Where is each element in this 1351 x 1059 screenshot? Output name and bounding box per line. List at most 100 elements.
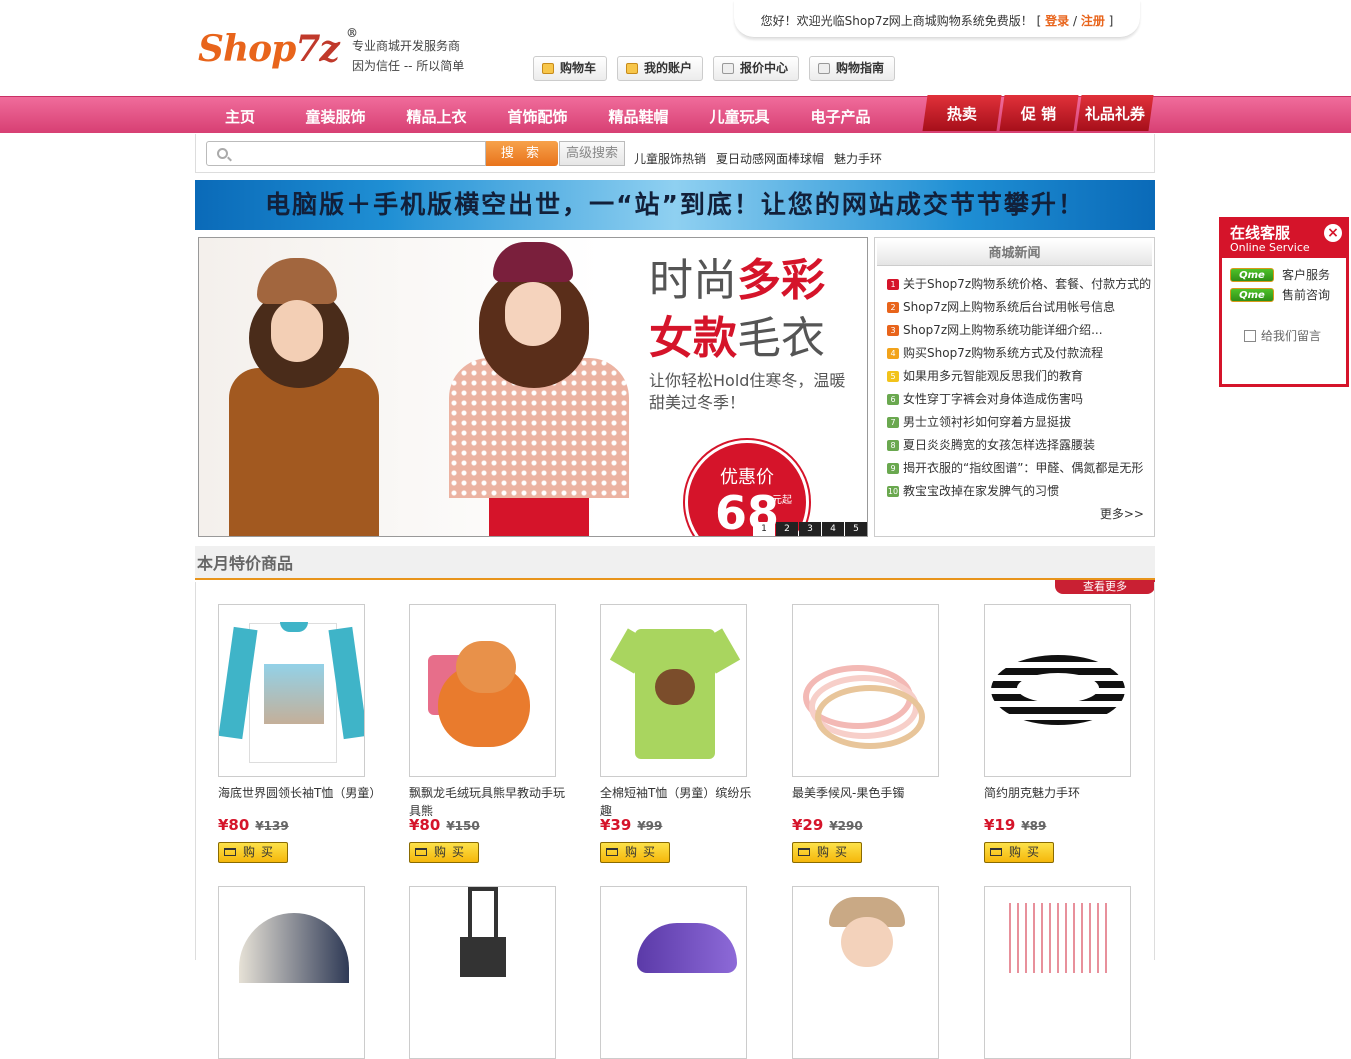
promo-banner[interactable]: 电脑版＋手机版横空出世，一“站”到底！让您的网站成交节节攀升！ <box>195 180 1155 230</box>
slide-title-line2: 女款毛衣 <box>649 302 825 366</box>
news-item[interactable]: 9 揭开衣服的“指纹图谱”：甲醛、偶氮都是无形 <box>887 457 1153 480</box>
top-buttons: 购物车 我的账户 报价中心 购物指南 <box>533 56 896 81</box>
product-image[interactable] <box>409 604 556 777</box>
image-slider[interactable]: 时尚多彩 女款毛衣 让你轻松Hold住寒冬，温暖甜美过冬季！ 优惠价 68 元起… <box>198 237 868 537</box>
search-input[interactable] <box>206 141 486 166</box>
news-item[interactable]: 6 女性穿丁字裤会对身体造成伤害吗 <box>887 388 1153 411</box>
document-icon <box>722 63 735 74</box>
product-image[interactable] <box>600 886 747 1059</box>
cart-icon <box>415 848 427 856</box>
product-image[interactable] <box>600 604 747 777</box>
slider-dot[interactable]: 3 <box>799 522 821 536</box>
product-image[interactable] <box>218 886 365 1059</box>
account-button[interactable]: 我的账户 <box>617 56 704 81</box>
search-button[interactable]: 搜 索 <box>486 141 558 166</box>
slider-dot[interactable]: 2 <box>776 522 798 536</box>
nav-item-electronics[interactable]: 电子产品 <box>790 97 891 137</box>
product-price: ¥80 ¥139 <box>218 816 289 834</box>
product-image[interactable] <box>792 886 939 1059</box>
leave-message-link[interactable]: 给我们留言 <box>1244 327 1346 344</box>
leave-message-label: 给我们留言 <box>1261 329 1322 343</box>
rank-badge: 2 <box>887 302 899 313</box>
quote-center-button[interactable]: 报价中心 <box>713 56 800 81</box>
cart-button[interactable]: 购物车 <box>533 56 608 81</box>
service-contact[interactable]: Qme 售前咨询 <box>1230 286 1346 303</box>
product-image[interactable] <box>984 604 1131 777</box>
hot-keyword[interactable]: 夏日动感网面棒球帽 <box>716 150 824 167</box>
buy-button[interactable]: 购买 <box>218 842 288 863</box>
news-item[interactable]: 3 Shop7z网上购物系统功能详细介绍... <box>887 319 1153 342</box>
title-bold: 多彩 <box>737 255 825 306</box>
gift-label: 礼品礼券 <box>1084 105 1145 123</box>
news-item[interactable]: 5 如果用多元智能观反思我们的教育 <box>887 365 1153 388</box>
hot-keyword[interactable]: 儿童服饰热销 <box>634 150 706 167</box>
price-unit: 元起 <box>772 495 792 506</box>
search-icon <box>217 148 228 159</box>
original-price: ¥89 <box>1021 819 1047 833</box>
logo-number: 7z <box>295 28 339 70</box>
product-image[interactable] <box>792 604 939 777</box>
hot-keyword[interactable]: 魅力手环 <box>834 150 882 167</box>
shopping-guide-button[interactable]: 购物指南 <box>809 56 896 81</box>
nav-tab-hot[interactable]: 热卖 <box>922 95 1002 131</box>
bracket-open: [ <box>1036 14 1042 28</box>
news-text: 如果用多元智能观反思我们的教育 <box>903 369 1084 383</box>
nav-item-kids-clothing[interactable]: 童装服饰 <box>285 97 386 137</box>
slider-dot[interactable]: 5 <box>845 522 867 536</box>
model-image-brown-sweater <box>229 258 379 536</box>
buy-button[interactable]: 购买 <box>984 842 1054 863</box>
account-label: 我的账户 <box>644 61 693 75</box>
original-price: ¥99 <box>637 819 663 833</box>
product-image[interactable] <box>409 886 556 1059</box>
product-image[interactable] <box>984 886 1131 1059</box>
site-logo[interactable]: Shop7z ® <box>198 26 358 70</box>
nav-item-home[interactable]: 主页 <box>195 97 285 137</box>
slider-dot[interactable]: 1 <box>753 522 775 536</box>
hot-keywords: 儿童服饰热销 夏日动感网面棒球帽 魅力手环 <box>634 150 882 167</box>
title-bold: 女款 <box>649 313 737 364</box>
nav-item-shoes-hats[interactable]: 精品鞋帽 <box>588 97 689 137</box>
advanced-search-button[interactable]: 高级搜索 <box>559 141 625 166</box>
nav-tab-promo[interactable]: 促 销 <box>999 95 1079 131</box>
original-price: ¥139 <box>255 819 289 833</box>
news-item[interactable]: 2 Shop7z网上购物系统后台试用帐号信息 <box>887 296 1153 319</box>
search-bar: 搜 索 高级搜索 儿童服饰热销 夏日动感网面棒球帽 魅力手环 <box>195 134 1155 173</box>
nav-tab-gift[interactable]: 礼品礼券 <box>1076 95 1154 131</box>
service-contact[interactable]: Qme 客户服务 <box>1230 266 1346 283</box>
buy-button[interactable]: 购买 <box>600 842 670 863</box>
news-item[interactable]: 7 男士立领衬衫如何穿着方显挺拔 <box>887 411 1153 434</box>
buy-button[interactable]: 购买 <box>409 842 479 863</box>
title-plain: 毛衣 <box>737 313 825 364</box>
register-link[interactable]: 注册 <box>1081 14 1105 28</box>
current-price: ¥80 <box>409 816 441 834</box>
product-name[interactable]: 飘飘龙毛绒玩具熊早教动手玩具熊 <box>409 784 569 820</box>
product-price: ¥39 ¥99 <box>600 816 662 834</box>
section-title: 本月特价商品 <box>195 546 1155 580</box>
nav-item-jewelry[interactable]: 首饰配饰 <box>487 97 588 137</box>
close-icon[interactable]: × <box>1324 224 1342 242</box>
news-item[interactable]: 4 购买Shop7z购物系统方式及付款流程 <box>887 342 1153 365</box>
news-item[interactable]: 10 教宝宝改掉在家发脾气的习惯 <box>887 480 1153 503</box>
news-item[interactable]: 1 关于Shop7z购物系统价格、套餐、付款方式的 <box>887 273 1153 296</box>
buy-button[interactable]: 购买 <box>792 842 862 863</box>
logo-text: Shop <box>198 28 296 70</box>
product-name[interactable]: 简约朋克魅力手环 <box>984 784 1144 802</box>
news-item[interactable]: 8 夏日炎炎腾宽的女孩怎样选择露腰装 <box>887 434 1153 457</box>
product-name[interactable]: 全棉短袖T恤（男童）缤纷乐趣 <box>600 784 760 820</box>
rank-badge: 8 <box>887 440 899 451</box>
product-name[interactable]: 最美季候风-果色手镯 <box>792 784 952 802</box>
buy-label: 购买 <box>433 845 470 859</box>
slide-subtitle: 让你轻松Hold住寒冬，温暖甜美过冬季！ <box>649 371 846 412</box>
product-name[interactable]: 海底世界圆领长袖T恤（男童） <box>218 784 381 802</box>
login-link[interactable]: 登录 <box>1045 14 1069 28</box>
nav-item-toys[interactable]: 儿童玩具 <box>689 97 790 137</box>
nav-item-tops[interactable]: 精品上衣 <box>386 97 487 137</box>
product-price: ¥80 ¥150 <box>409 816 480 834</box>
bracket-close: ] <box>1108 14 1114 28</box>
product-image[interactable] <box>218 604 365 777</box>
news-text: 女性穿丁字裤会对身体造成伤害吗 <box>903 392 1084 406</box>
buy-label: 购买 <box>1008 845 1045 859</box>
news-more-link[interactable]: 更多>> <box>1100 505 1144 522</box>
slider-dot[interactable]: 4 <box>822 522 844 536</box>
edit-icon <box>1244 329 1256 342</box>
